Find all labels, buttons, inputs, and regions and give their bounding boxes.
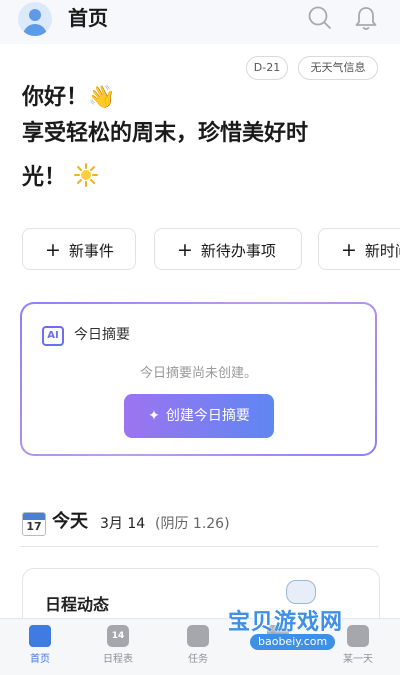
nav-tasks[interactable]: 任务	[170, 625, 226, 671]
checkbox-icon	[187, 625, 209, 647]
nav-tasks-label: 任务	[188, 654, 208, 665]
lunar-date: (阴历 1.26)	[155, 516, 230, 532]
bell-icon[interactable]	[352, 4, 380, 32]
home-icon	[29, 625, 51, 647]
watermark: 宝贝游戏网 baobeiy.com	[228, 580, 376, 650]
watermark-url: baobeiy.com	[250, 634, 336, 650]
greeting-line-1: 你好！👋	[22, 80, 382, 116]
divider	[20, 546, 378, 547]
greeting-text-1: 你好！	[22, 85, 89, 110]
top-bar: 首页	[0, 0, 400, 44]
new-event-label: 新事件	[68, 242, 114, 260]
summary-empty-text: 今日摘要尚未创建。	[139, 366, 257, 381]
daily-summary-card: AI 今日摘要 今日摘要尚未创建。 ✦ 创建今日摘要	[20, 302, 377, 456]
sun-icon	[73, 163, 98, 187]
robot-icon	[286, 580, 316, 604]
greeting-line-2: 享受轻松的周末，珍惜美好时	[22, 121, 309, 146]
today-label: 今天	[52, 511, 88, 532]
nav-home[interactable]: 首页	[12, 625, 68, 671]
calendar-icon: 17	[22, 512, 46, 536]
plus-icon: +	[177, 239, 193, 261]
watermark-text: 宝贝游戏网	[228, 610, 344, 635]
create-summary-label: 创建今日摘要	[165, 408, 250, 424]
new-todo-label: 新待办事项	[200, 242, 276, 260]
avatar[interactable]	[18, 2, 52, 36]
countdown-chip[interactable]: D-21	[246, 56, 288, 80]
new-event-button[interactable]: + 新事件	[22, 228, 136, 270]
nav-home-label: 首页	[30, 654, 50, 665]
today-date: 3月 14	[100, 516, 146, 532]
calendar-nav-icon: 14	[107, 625, 129, 647]
weather-chip[interactable]: 无天气信息	[298, 56, 378, 80]
nav-someday-label: 某一天	[343, 654, 373, 665]
nav-calendar-label: 日程表	[103, 654, 133, 665]
waving-hand-icon: 👋	[88, 85, 116, 110]
greeting-text-3: 光！	[22, 165, 67, 190]
sparkle-icon: ✦	[148, 408, 160, 424]
nav-calendar[interactable]: 14 日程表	[90, 625, 146, 671]
schedule-title: 日程动态	[45, 595, 110, 614]
summary-title: 今日摘要	[74, 327, 130, 343]
new-todo-button[interactable]: + 新待办事项	[154, 228, 302, 270]
quick-actions: + 新事件 + 新待办事项 + 新时间	[20, 228, 400, 274]
new-time-button[interactable]: + 新时间	[318, 228, 400, 270]
search-icon[interactable]	[306, 4, 334, 32]
ai-icon: AI	[42, 326, 64, 346]
create-summary-button[interactable]: ✦ 创建今日摘要	[124, 394, 274, 438]
new-time-label: 新时间	[364, 242, 400, 260]
page-title: 首页	[68, 6, 108, 30]
greeting-line-3: 光！	[22, 160, 382, 196]
plus-icon: +	[341, 239, 357, 261]
plus-icon: +	[45, 239, 61, 261]
